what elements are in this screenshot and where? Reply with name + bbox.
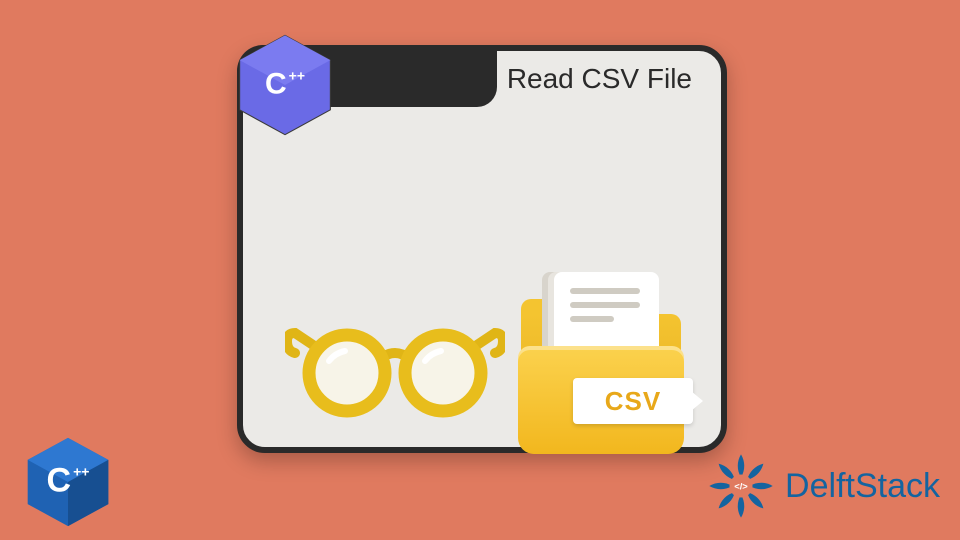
brand-mark-icon: </> — [705, 450, 777, 522]
doc-line — [570, 288, 640, 294]
cpp-corner-badge: C ++ — [20, 434, 116, 530]
page-title: Read CSV File — [507, 63, 692, 95]
csv-folder-icon: CSV — [518, 254, 688, 454]
cpp-c: C — [265, 67, 287, 101]
app-window: Read CSV File C ++ — [237, 45, 727, 453]
cpp-corner-label: C ++ — [47, 462, 90, 501]
window-content: CSV — [243, 136, 721, 447]
brand-name: DelftStack — [785, 467, 940, 506]
cpp-plus: ++ — [289, 70, 305, 80]
cpp-c: C — [47, 462, 72, 501]
csv-label: CSV — [605, 386, 661, 417]
doc-line — [570, 316, 614, 322]
cpp-badge: C ++ — [231, 31, 339, 139]
cpp-plus: ++ — [73, 467, 89, 477]
glasses-icon — [285, 311, 505, 421]
cpp-label: C ++ — [265, 67, 305, 101]
brand-logo: </> DelftStack — [705, 450, 940, 522]
doc-line — [570, 302, 640, 308]
brand-tag: </> — [734, 482, 748, 492]
csv-banner: CSV — [573, 378, 693, 424]
